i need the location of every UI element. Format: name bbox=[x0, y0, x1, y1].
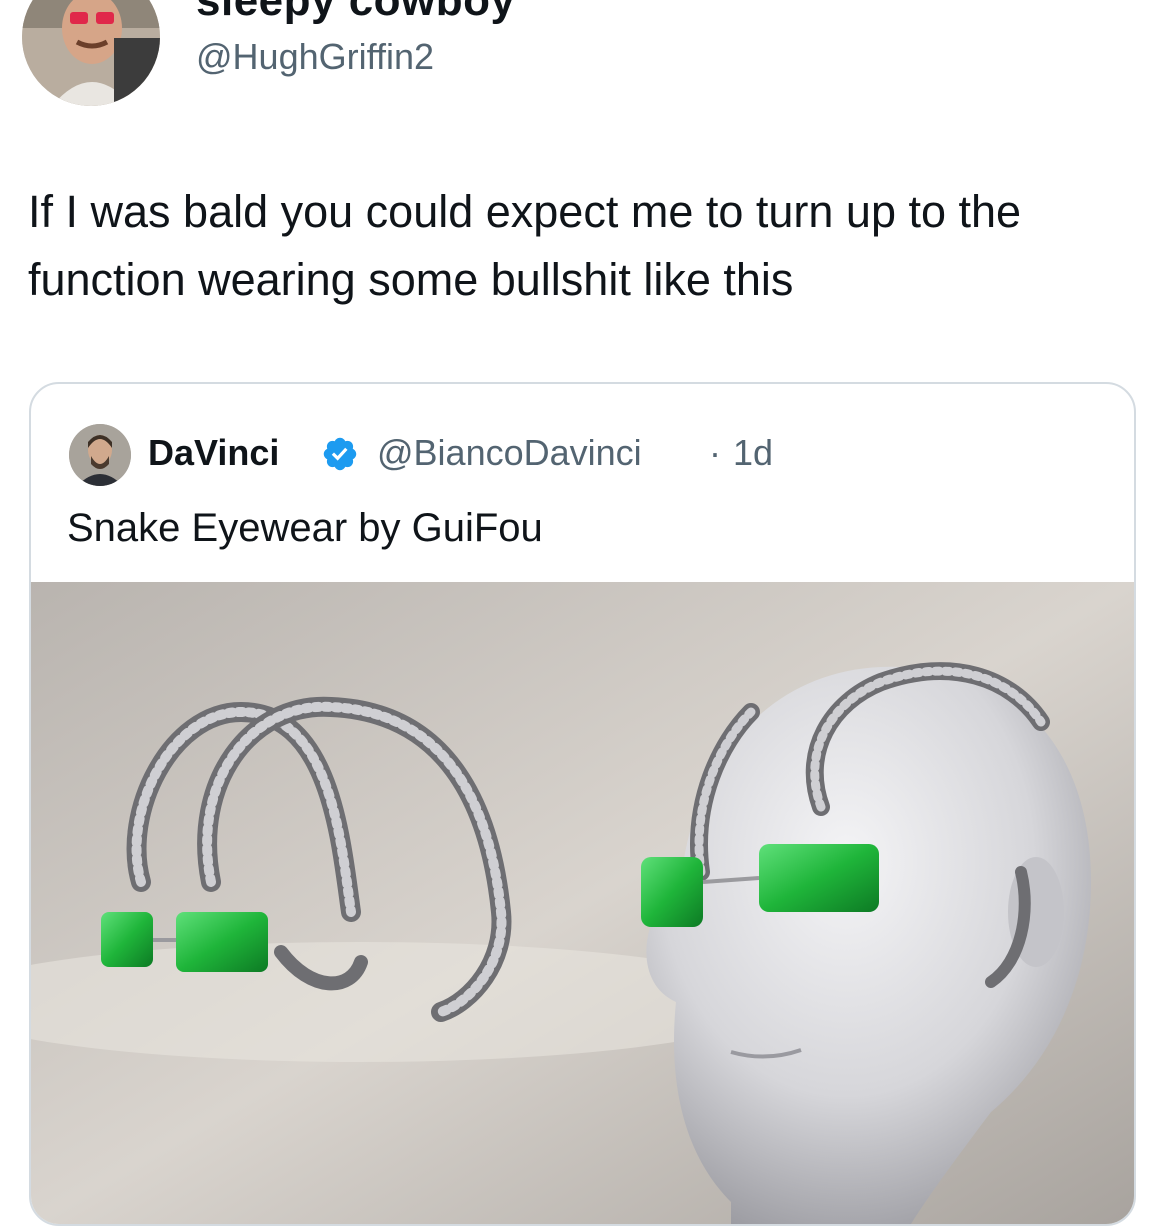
quoted-handle[interactable]: @BiancoDavinci bbox=[377, 432, 642, 474]
author-avatar[interactable] bbox=[22, 0, 160, 106]
quoted-display-name[interactable]: DaVinci bbox=[148, 432, 279, 474]
quoted-tweet-image[interactable] bbox=[31, 582, 1134, 1224]
author-handle[interactable]: @HughGriffin2 bbox=[196, 36, 434, 78]
quoted-tweet-card[interactable]: DaVinci @BiancoDavinci · 1d Snake Eyewea… bbox=[29, 382, 1136, 1226]
quoted-timestamp[interactable]: 1d bbox=[733, 432, 773, 474]
timestamp-separator: · bbox=[709, 432, 721, 473]
quoted-tweet-text: Snake Eyewear by GuiFou bbox=[67, 506, 543, 550]
quoted-author-avatar[interactable] bbox=[69, 424, 131, 486]
author-display-name[interactable]: sleepy cowboy bbox=[196, 0, 516, 26]
verified-badge-icon bbox=[323, 437, 357, 471]
tweet-text: If I was bald you could expect me to tur… bbox=[28, 186, 1022, 305]
